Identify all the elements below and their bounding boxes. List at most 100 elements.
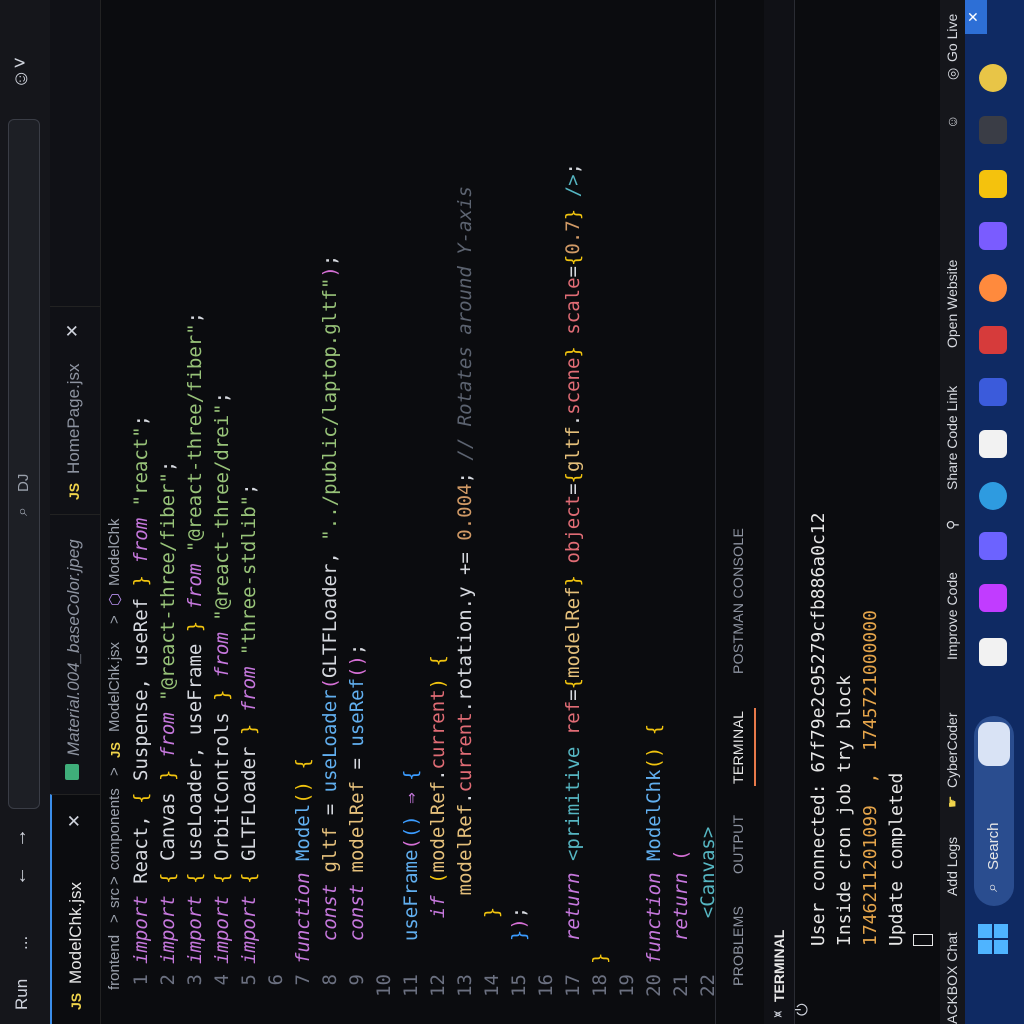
breadcrumb-separator: > xyxy=(106,615,123,624)
youtube-app-icon[interactable] xyxy=(979,326,1007,354)
tab-label: HomePage.jsx xyxy=(64,363,83,474)
code-line: 18} xyxy=(589,952,611,997)
search-icon: ⌕ xyxy=(984,883,1001,892)
status-add-logs[interactable]: Add Logs xyxy=(944,837,960,896)
windows-start-icon[interactable] xyxy=(978,924,1008,954)
terminal-cursor xyxy=(913,934,933,946)
breadcrumb: frontend > src > components > JS ModelCh… xyxy=(100,0,130,1024)
windows-taskbar: ⌕ Search ✕ xyxy=(965,0,1024,1024)
code-line: 1 import React, { Suspense, useRef } from… xyxy=(130,414,152,986)
store-app-icon[interactable] xyxy=(979,430,1007,458)
code-line: 19 xyxy=(616,974,638,997)
firefox-app-icon[interactable] xyxy=(979,274,1007,302)
component-icon: ⬡ xyxy=(107,592,124,606)
code-line: 15 }); xyxy=(508,906,530,997)
image-file-icon xyxy=(65,764,79,780)
code-line: 8 const gltf = useLoader(GLTFLoader, "..… xyxy=(319,254,341,986)
search-icon: ⌕ xyxy=(14,507,31,516)
terminal-line: 1746211201099 , 1745721000000 xyxy=(860,610,881,946)
js-file-icon: JS xyxy=(68,992,84,1010)
title-bar: Run ... ← → ⌕ DJ ☺˅ xyxy=(0,0,51,1024)
teams-app-icon[interactable] xyxy=(979,532,1007,560)
tab-label: ModelChk.jsx xyxy=(66,881,85,984)
tab-label: Material.004_baseColor.jpeg xyxy=(64,539,83,756)
code-line: 4 import { OrbitControls } from "@react-t… xyxy=(211,391,233,986)
chevron-up-icon[interactable]: ˄ xyxy=(771,1010,786,1018)
terminal-header[interactable]: ˅ TERMINAL xyxy=(764,0,795,1024)
code-line: 6 xyxy=(265,974,287,986)
forward-arrow-icon[interactable]: → xyxy=(9,828,32,848)
search-highlight-image xyxy=(978,722,1010,766)
tab-modelchk[interactable]: JS ModelChk.jsx ✕ xyxy=(50,794,100,1024)
app-icon[interactable] xyxy=(979,222,1007,250)
code-line: 3 import { useLoader, useFrame } from "@r… xyxy=(184,311,206,986)
pointing-hand-icon: ☛ xyxy=(944,795,960,808)
code-line: 5 import { GLTFLoader } from "three-stdli… xyxy=(238,483,260,986)
code-line: 10 xyxy=(373,974,395,997)
copilot-status-icon[interactable]: ☺ xyxy=(944,115,960,129)
active-tab-indicator xyxy=(754,708,756,786)
tab-output[interactable]: OUTPUT xyxy=(730,815,746,874)
status-go-live[interactable]: Go Live xyxy=(944,14,960,62)
status-open-website[interactable]: Open Website xyxy=(944,260,960,348)
code-line: 20 function ModelChk() { xyxy=(643,723,665,997)
breadcrumb-item[interactable]: ModelChk.jsx xyxy=(106,642,123,732)
close-icon[interactable]: ✕ xyxy=(965,0,987,34)
code-line: 17 return <primitive ref={modelRef} obje… xyxy=(562,163,584,997)
tab-terminal[interactable]: TERMINAL xyxy=(730,711,746,784)
js-file-icon: JS xyxy=(66,482,82,500)
terminal-output[interactable]: User connected: 67f79e2c95279cfb886a0c12… xyxy=(808,513,938,946)
status-improve-code[interactable]: Improve Code xyxy=(944,572,960,660)
tab-postman-console[interactable]: POSTMAN CONSOLE xyxy=(730,528,746,674)
terminal-line: User connected: 67f79e2c95279cfb886a0c12 xyxy=(808,512,829,946)
close-icon[interactable]: ✕ xyxy=(65,814,85,828)
js-file-icon: JS xyxy=(108,742,123,758)
code-line: 16 xyxy=(535,974,557,997)
code-line: 21 return ( xyxy=(670,849,692,997)
bottom-panel: PROBLEMS OUTPUT TERMINAL POSTMAN CONSOLE… xyxy=(715,0,941,1024)
breadcrumb-separator: > xyxy=(106,767,123,776)
code-editor[interactable]: 1 import React, { Suspense, useRef } from… xyxy=(130,0,715,1024)
taskbar-search-label: Search xyxy=(985,822,1002,870)
copilot-app-icon[interactable] xyxy=(979,584,1007,612)
terminal-line: Inside cron job try block xyxy=(834,675,855,946)
broadcast-icon: ◎ xyxy=(944,67,960,80)
status-bar: ACKBOX Chat Add Logs ☛ CyberCoder Improv… xyxy=(940,0,965,1024)
code-line: 22 <Canvas> xyxy=(697,826,715,997)
chrome-app-icon[interactable] xyxy=(979,64,1007,92)
breadcrumb-separator: > xyxy=(106,876,123,885)
code-line: 14 } xyxy=(481,906,503,997)
code-line: 2 import { Canvas } from "@react-three/fi… xyxy=(157,460,179,986)
more-menu-button[interactable]: ... xyxy=(12,936,32,950)
terminal-line: Update completed xyxy=(886,772,907,946)
tab-homepage[interactable]: JS HomePage.jsx ✕ xyxy=(50,306,100,514)
code-line: 7 function Model() { xyxy=(292,758,314,986)
file-explorer-icon[interactable] xyxy=(979,170,1007,198)
status-cybercoder[interactable]: CyberCoder xyxy=(944,713,960,788)
terminal-plug-icon: ⏻ xyxy=(794,1003,811,1016)
close-icon[interactable]: ✕ xyxy=(63,324,83,338)
copilot-icon[interactable]: ☺˅ xyxy=(10,57,33,89)
run-menu[interactable]: Run xyxy=(12,979,32,1010)
vscode-app-icon[interactable] xyxy=(979,378,1007,406)
back-arrow-icon[interactable]: ← xyxy=(9,866,32,886)
code-line: 13 modelRef.current.rotation.y += 0.004;… xyxy=(454,186,476,997)
edge-browser-icon[interactable] xyxy=(979,482,1007,510)
taskbar-search[interactable]: ⌕ Search xyxy=(974,716,1014,906)
app-icon[interactable] xyxy=(979,116,1007,144)
breadcrumb-item[interactable]: frontend xyxy=(106,935,123,990)
tab-material-image[interactable]: Material.004_baseColor.jpeg xyxy=(50,514,100,794)
breadcrumb-item[interactable]: ModelChk xyxy=(106,518,123,586)
search-text: DJ xyxy=(15,473,32,492)
breadcrumb-separator: > xyxy=(106,914,123,923)
status-blackbox-chat[interactable]: ACKBOX Chat xyxy=(944,932,960,1024)
tab-problems[interactable]: PROBLEMS xyxy=(730,906,746,986)
status-share-code-link[interactable]: Share Code Link xyxy=(944,386,960,490)
code-line: 9 const modelRef = useRef(); xyxy=(346,643,368,986)
code-line: 12 if (modelRef.current) { xyxy=(427,655,449,997)
app-icon[interactable] xyxy=(979,638,1007,666)
command-search-input[interactable]: ⌕ DJ xyxy=(8,119,40,809)
code-line: 11 useFrame(() ⇒ { xyxy=(400,769,422,997)
breadcrumb-item[interactable]: components xyxy=(106,788,123,870)
breadcrumb-item[interactable]: src xyxy=(106,888,123,908)
